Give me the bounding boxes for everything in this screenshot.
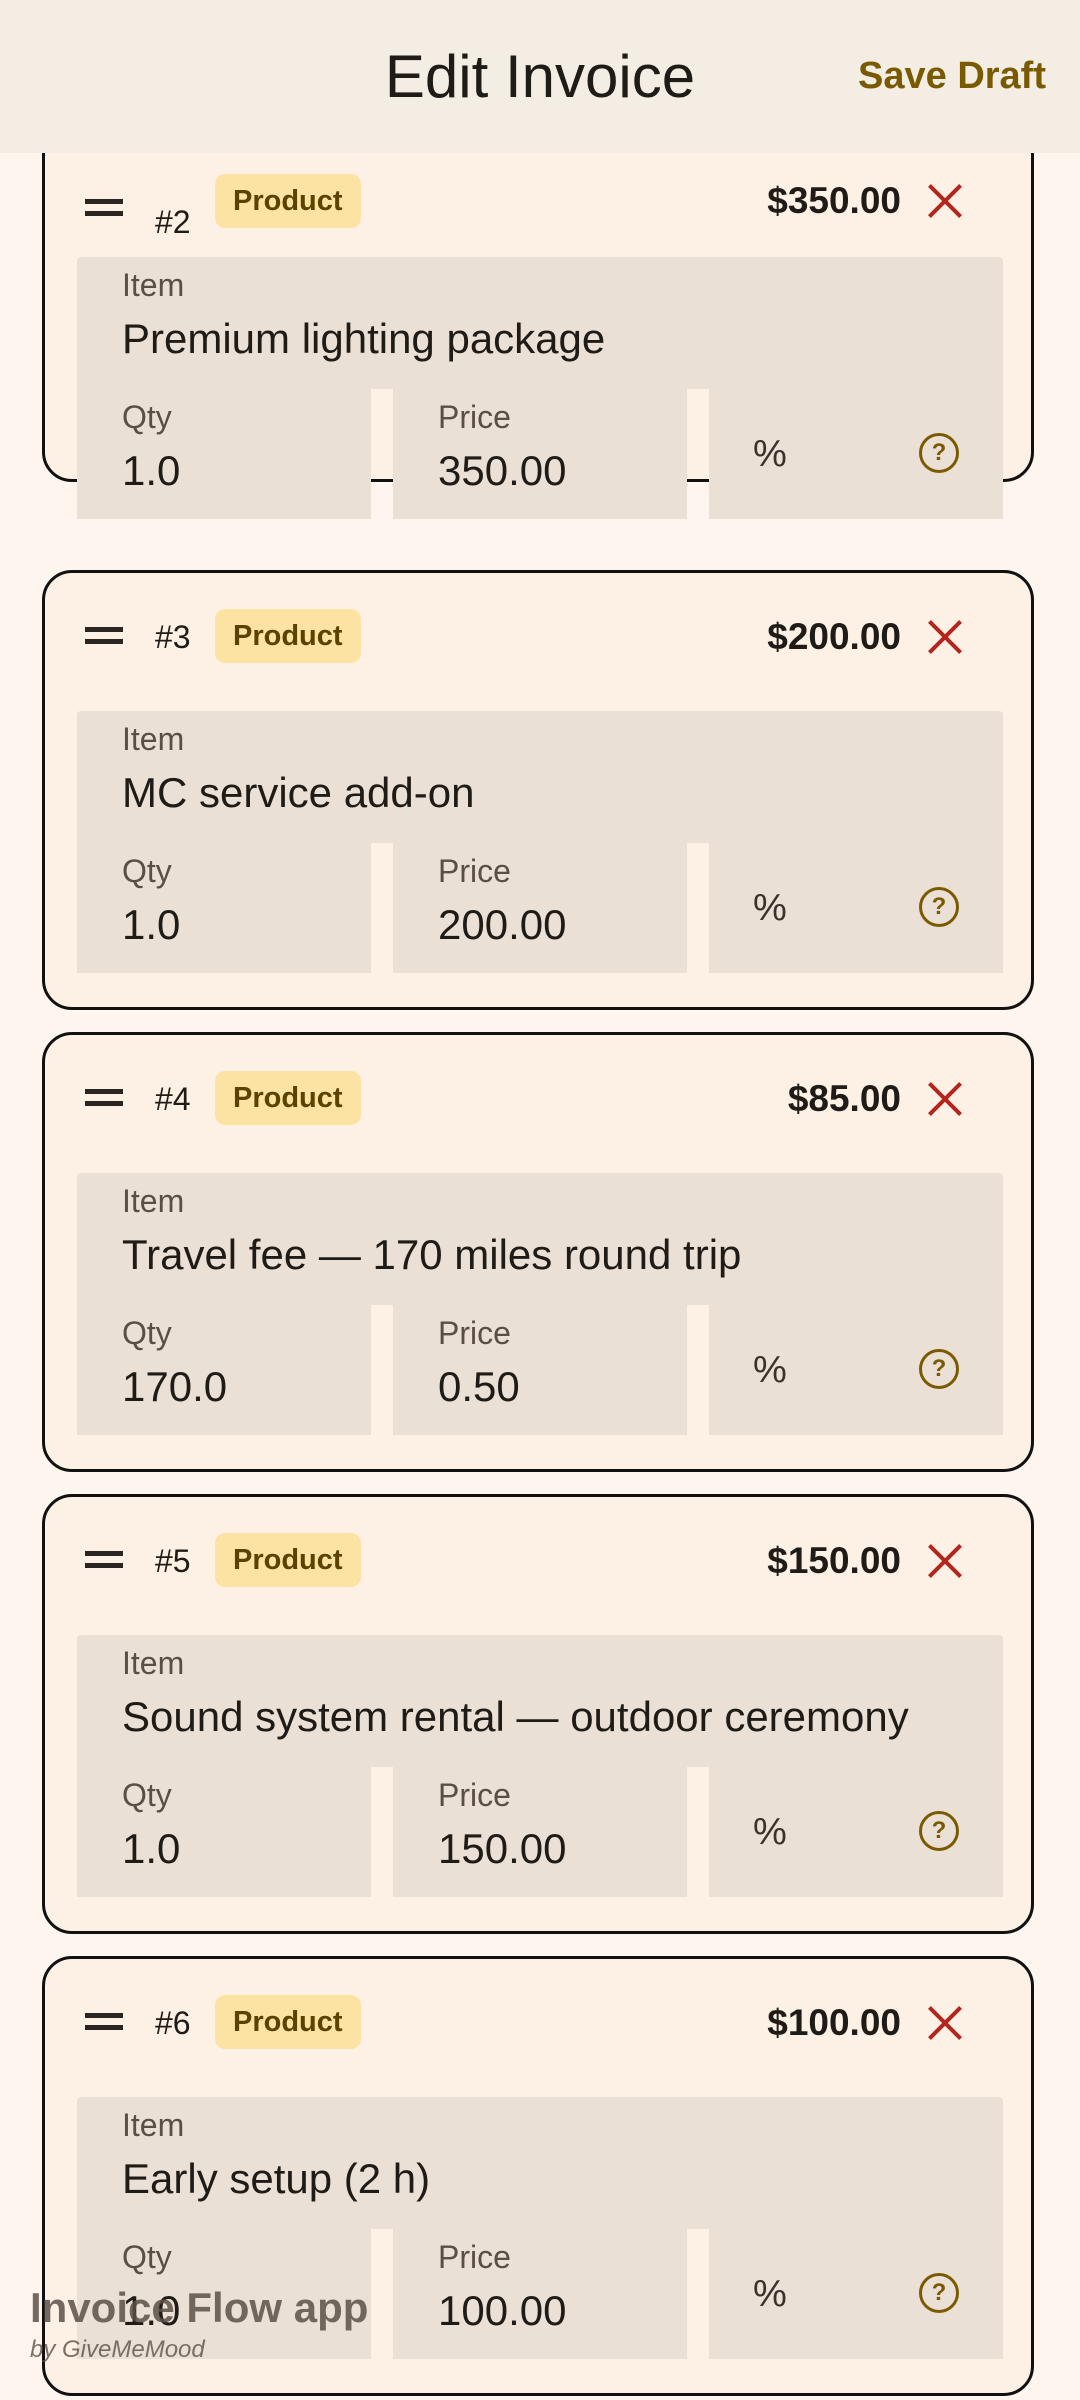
- qty-label: Qty: [122, 399, 172, 435]
- delete-item-icon[interactable]: [925, 2003, 965, 2043]
- discount-field[interactable]: % ?: [709, 2229, 1003, 2359]
- item-label: Item: [122, 2107, 185, 2143]
- item-type-badge: Product: [215, 1071, 361, 1125]
- line-item-card[interactable]: #4 Product $85.00 Item Travel fee — 170 …: [42, 1032, 1034, 1472]
- drag-handle-icon[interactable]: [85, 1551, 123, 1569]
- help-icon[interactable]: ?: [919, 433, 959, 473]
- price-field[interactable]: Price 150.00: [393, 1767, 687, 1897]
- qty-label: Qty: [122, 2239, 172, 2275]
- qty-value: 170.0: [122, 1363, 228, 1410]
- line-item-amount: $100.00: [767, 2002, 901, 2043]
- watermark-subtitle: by GiveMeMood: [30, 2336, 205, 2363]
- qty-field[interactable]: Qty 170.0: [77, 1305, 371, 1435]
- help-icon[interactable]: ?: [919, 887, 959, 927]
- item-label: Item: [122, 721, 185, 757]
- price-value: 350.00: [438, 447, 567, 494]
- price-value: 150.00: [438, 1825, 567, 1872]
- item-label: Item: [122, 1645, 185, 1681]
- help-icon[interactable]: ?: [919, 1811, 959, 1851]
- price-field[interactable]: Price 100.00: [393, 2229, 687, 2359]
- line-item-amount: $200.00: [767, 616, 901, 657]
- discount-field[interactable]: % ?: [709, 1767, 1003, 1897]
- price-label: Price: [438, 2239, 511, 2275]
- price-label: Price: [438, 399, 511, 435]
- item-value: Sound system rental — outdoor ceremony: [122, 1693, 909, 1740]
- percent-symbol: %: [753, 887, 787, 929]
- qty-value: 1.0: [122, 901, 181, 948]
- item-field[interactable]: Item Sound system rental — outdoor cerem…: [77, 1635, 1003, 1767]
- line-item-card[interactable]: #5 Product $150.00 Item Sound system ren…: [42, 1494, 1034, 1934]
- item-type-badge: Product: [215, 1995, 361, 2049]
- line-item-number: #5: [155, 1542, 191, 1579]
- qty-field[interactable]: Qty 1.0: [77, 389, 371, 519]
- price-field[interactable]: Price 200.00: [393, 843, 687, 973]
- item-value: Early setup (2 h): [122, 2155, 431, 2202]
- discount-field[interactable]: % ?: [709, 843, 1003, 973]
- line-items-list[interactable]: #2 Product $350.00 Item Premium lighting…: [0, 0, 1080, 2400]
- price-value: 0.50: [438, 1363, 520, 1410]
- drag-handle-icon[interactable]: [85, 2013, 123, 2031]
- discount-field[interactable]: % ?: [709, 389, 1003, 519]
- percent-symbol: %: [753, 1349, 787, 1391]
- help-icon[interactable]: ?: [919, 1349, 959, 1389]
- price-label: Price: [438, 1777, 511, 1813]
- drag-handle-icon[interactable]: [85, 627, 123, 645]
- watermark-title: Invoice Flow app: [30, 2284, 369, 2331]
- line-item-amount: $350.00: [767, 180, 901, 221]
- delete-item-icon[interactable]: [925, 1541, 965, 1581]
- item-label: Item: [122, 267, 185, 303]
- percent-symbol: %: [753, 1811, 787, 1853]
- line-item-amount: $85.00: [787, 1078, 901, 1119]
- percent-symbol: %: [753, 433, 787, 475]
- qty-value: 1.0: [122, 447, 181, 494]
- price-value: 100.00: [438, 2287, 567, 2334]
- watermark: Invoice Flow app by GiveMeMood: [30, 2284, 368, 2364]
- qty-value: 1.0: [122, 1825, 181, 1872]
- price-value: 200.00: [438, 901, 567, 948]
- item-field[interactable]: Item Travel fee — 170 miles round trip: [77, 1173, 1003, 1305]
- qty-field[interactable]: Qty 1.0: [77, 843, 371, 973]
- qty-label: Qty: [122, 853, 172, 889]
- delete-item-icon[interactable]: [925, 1079, 965, 1119]
- qty-label: Qty: [122, 1777, 172, 1813]
- item-type-badge: Product: [215, 174, 361, 228]
- line-item-number: #4: [155, 1080, 191, 1117]
- app-bar: Edit Invoice Save Draft: [0, 0, 1080, 153]
- line-item-card[interactable]: #3 Product $200.00 Item MC service add-o…: [42, 570, 1034, 1010]
- qty-field[interactable]: Qty 1.0: [77, 1767, 371, 1897]
- price-label: Price: [438, 853, 511, 889]
- discount-field[interactable]: % ?: [709, 1305, 1003, 1435]
- item-label: Item: [122, 1183, 185, 1219]
- drag-handle-icon[interactable]: [85, 1089, 123, 1107]
- item-type-badge: Product: [215, 609, 361, 663]
- item-value: MC service add-on: [122, 769, 475, 816]
- help-icon[interactable]: ?: [919, 2273, 959, 2313]
- price-label: Price: [438, 1315, 511, 1351]
- price-field[interactable]: Price 0.50: [393, 1305, 687, 1435]
- price-field[interactable]: Price 350.00: [393, 389, 687, 519]
- line-item-number: #3: [155, 618, 191, 655]
- line-item-number: #2: [155, 203, 191, 240]
- delete-item-icon[interactable]: [925, 617, 965, 657]
- delete-item-icon[interactable]: [925, 181, 965, 221]
- qty-label: Qty: [122, 1315, 172, 1351]
- item-field[interactable]: Item Premium lighting package: [77, 257, 1003, 389]
- percent-symbol: %: [753, 2273, 787, 2315]
- save-draft-button[interactable]: Save Draft: [858, 44, 1046, 108]
- item-value: Premium lighting package: [122, 315, 606, 362]
- item-value: Travel fee — 170 miles round trip: [122, 1231, 742, 1278]
- item-type-badge: Product: [215, 1533, 361, 1587]
- drag-handle-icon[interactable]: [85, 199, 123, 217]
- item-field[interactable]: Item Early setup (2 h): [77, 2097, 1003, 2229]
- line-item-amount: $150.00: [767, 1540, 901, 1581]
- line-item-number: #6: [155, 2004, 191, 2041]
- item-field[interactable]: Item MC service add-on: [77, 711, 1003, 843]
